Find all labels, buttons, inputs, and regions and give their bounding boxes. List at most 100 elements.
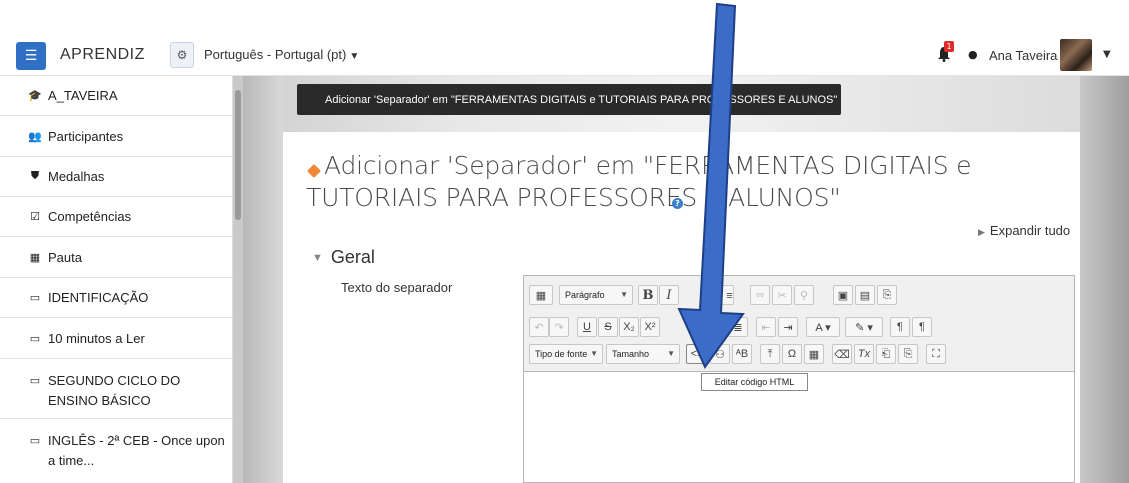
sidebar-item-label: IDENTIFICAÇÃO xyxy=(48,290,149,305)
ltr-icon[interactable]: ¶ xyxy=(890,317,910,337)
redo-icon[interactable]: ↷ xyxy=(549,317,569,337)
sidebar-item-label: INGLÊS - 2ª CEB - Once upon a time... xyxy=(48,433,225,468)
table-insert-icon[interactable]: ▦ xyxy=(804,344,824,364)
ordered-list-icon[interactable]: ⋮≡ xyxy=(714,285,734,305)
sidebar-item-label: Pauta xyxy=(48,249,82,265)
superscript-icon[interactable]: X² xyxy=(640,317,660,337)
image-icon[interactable]: ▣ xyxy=(833,285,853,305)
anchor-icon[interactable]: ⚲ xyxy=(794,285,814,305)
sidebar-item-participants[interactable]: 👥 Participantes xyxy=(0,116,233,157)
language-selector[interactable]: Português - Portugal (pt) ▼ xyxy=(204,47,359,62)
folder-icon: ▭ xyxy=(29,292,41,304)
page: ☰ APRENDIZ ⚙ Português - Portugal (pt) ▼ … xyxy=(0,0,1129,483)
special-character-icon[interactable]: Ω xyxy=(782,344,802,364)
indent-icon[interactable]: ⇥ xyxy=(778,317,798,337)
user-menu-chevron-icon[interactable]: ▼ xyxy=(1103,49,1111,60)
sidebar-item-competencies[interactable]: ☑ Competências xyxy=(0,197,233,237)
sidebar-item-reading[interactable]: ▭ 10 minutos a Ler xyxy=(0,318,233,359)
files-icon[interactable]: ⎘ xyxy=(877,285,897,305)
undo-icon[interactable]: ↶ xyxy=(529,317,549,337)
underline-icon[interactable]: U xyxy=(577,317,597,337)
graduation-cap-icon: 🎓 xyxy=(28,90,42,102)
media-icon[interactable]: ▤ xyxy=(855,285,875,305)
font-size-select-label: Tamanho xyxy=(612,349,650,359)
sidebar-item-badges[interactable]: ⛊ Medalhas xyxy=(0,157,233,197)
font-size-select[interactable]: Tamanho ▼ xyxy=(606,344,680,364)
text-color-icon[interactable]: A ▾ xyxy=(806,317,840,337)
link-icon[interactable]: ∞ xyxy=(750,285,770,305)
user-name[interactable]: Ana Taveira xyxy=(989,48,1057,63)
sidebar-item-label: A_TAVEIRA xyxy=(48,88,118,103)
help-icon[interactable]: ? xyxy=(672,198,683,209)
outdent-icon[interactable]: ⇤ xyxy=(756,317,776,337)
paste-word-icon[interactable]: ⎘ xyxy=(898,344,918,364)
header-tooltip: Adicionar 'Separador' em "FERRAMENTAS DI… xyxy=(297,84,841,115)
remove-format-icon[interactable]: Tx xyxy=(854,344,874,364)
caret-down-icon: ▼ xyxy=(312,252,323,264)
rtl-icon[interactable]: ¶ xyxy=(912,317,932,337)
avatar[interactable] xyxy=(1060,39,1092,71)
language-label: Português - Portugal (pt) xyxy=(204,47,347,62)
expand-all-label: Expandir tudo xyxy=(989,223,1071,238)
sidebar-item-english[interactable]: ▭ INGLÊS - 2ª CEB - Once upon a time... xyxy=(0,419,233,483)
align-center-icon[interactable]: ≡ xyxy=(706,317,726,337)
sidebar-item-identification[interactable]: ▭ IDENTIFICAÇÃO xyxy=(0,278,233,318)
sidebar-item-label: SEGUNDO CICLO DO ENSINO BÁSICO xyxy=(48,373,181,408)
find-replace-icon[interactable]: ⚇ xyxy=(710,344,730,364)
field-label: Texto do separador xyxy=(341,280,453,295)
sidebar-item-label: Participantes xyxy=(48,128,124,144)
page-title: Adicionar 'Separador' em "FERRAMENTAS DI… xyxy=(306,150,1066,214)
bold-icon[interactable]: B xyxy=(638,285,658,305)
chevron-down-icon: ▼ xyxy=(349,51,360,62)
sidebar-scroll-thumb[interactable] xyxy=(235,90,241,220)
sidebar-item-second-cycle[interactable]: ▭ SEGUNDO CICLO DO ENSINO BÁSICO xyxy=(0,359,233,419)
italic-icon[interactable]: I xyxy=(659,285,679,305)
site-brand[interactable]: APRENDIZ xyxy=(60,46,145,64)
editor-toolbar: ▦ Parágrafo ▼ B I ⋮≡ ∞ ✂ ⚲ ▣ ▤ ⎘ ↶ ↷ U S … xyxy=(524,276,1074,372)
table-icon: ▦ xyxy=(29,251,41,264)
sidebar-item-label: Competências xyxy=(48,209,132,224)
sidebar-item-grades[interactable]: ▦ Pauta xyxy=(0,237,233,278)
chevron-down-icon: ▼ xyxy=(667,349,675,358)
chevron-down-icon: ▼ xyxy=(620,290,628,299)
upload-icon[interactable]: ⤒ xyxy=(760,344,780,364)
gear-icon[interactable]: ⚙ xyxy=(170,42,194,68)
folder-icon: ▭ xyxy=(29,332,41,345)
users-icon: 👥 xyxy=(28,130,42,143)
header-right-edge xyxy=(1080,76,1129,483)
subscript-icon[interactable]: X₂ xyxy=(619,317,639,337)
html-code-icon[interactable]: <> xyxy=(686,344,708,364)
clear-format-icon[interactable]: ⌫ xyxy=(832,344,852,364)
header-left-edge xyxy=(243,76,283,483)
hamburger-icon[interactable]: ☰ xyxy=(16,42,46,70)
paste-text-icon[interactable]: ⎗ xyxy=(876,344,896,364)
chevron-down-icon: ▼ xyxy=(590,349,598,358)
chat-icon[interactable]: ● xyxy=(968,48,978,61)
folder-icon: ▭ xyxy=(29,435,41,447)
section-general[interactable]: ▼ Geral xyxy=(312,247,375,268)
top-strip xyxy=(0,0,1129,34)
spellcheck-icon[interactable]: ᴬB xyxy=(732,344,752,364)
align-right-icon[interactable]: ≣ xyxy=(728,317,748,337)
sidebar-item-label: 10 minutos a Ler xyxy=(48,330,145,346)
toolbar-toggle-icon[interactable]: ▦ xyxy=(529,285,553,305)
paragraph-select-label: Parágrafo xyxy=(565,290,605,300)
html-code-tooltip: Editar código HTML xyxy=(701,373,808,391)
navbar: ☰ APRENDIZ ⚙ Português - Portugal (pt) ▼ … xyxy=(0,34,1129,76)
section-title: Geral xyxy=(330,247,375,267)
paragraph-select[interactable]: Parágrafo ▼ xyxy=(559,285,633,305)
shield-icon: ⛊ xyxy=(30,170,40,182)
font-family-select[interactable]: Tipo de fonte ▼ xyxy=(529,344,603,364)
strikethrough-icon[interactable]: S xyxy=(598,317,618,337)
background-color-icon[interactable]: ✎ ▾ xyxy=(845,317,883,337)
folder-icon: ▭ xyxy=(29,375,41,387)
sidebar-item-course[interactable]: 🎓 A_TAVEIRA xyxy=(0,76,233,116)
fullscreen-icon[interactable]: ⛶ xyxy=(926,344,946,364)
unlink-icon[interactable]: ✂ xyxy=(772,285,792,305)
sidebar: 🎓 A_TAVEIRA 👥 Participantes ⛊ Medalhas ☑ Com… xyxy=(0,76,233,483)
expand-all-link[interactable]: ▶ Expandir tudo xyxy=(978,223,1070,238)
caret-right-icon: ▶ xyxy=(978,227,985,237)
sidebar-item-label: Medalhas xyxy=(48,169,105,184)
checkbox-icon: ☑ xyxy=(30,211,40,223)
page-title-text: Adicionar 'Separador' em "FERRAMENTAS DI… xyxy=(306,151,972,212)
